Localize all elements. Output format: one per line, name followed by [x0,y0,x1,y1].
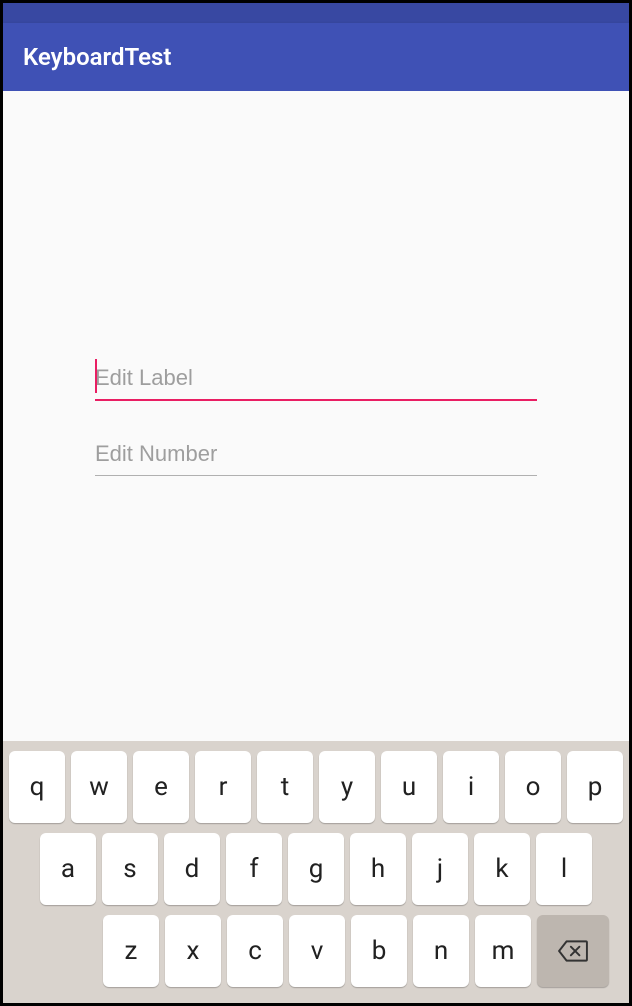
keyboard-row-3: zxcvbnm [7,915,625,987]
key-y[interactable]: y [319,751,375,823]
key-j[interactable]: j [412,833,468,905]
device-frame: KeyboardTest qwertyuiop asdfghjkl zxcvbn… [3,3,629,1003]
key-k[interactable]: k [474,833,530,905]
key-l[interactable]: l [536,833,592,905]
text-cursor [95,359,97,393]
key-x[interactable]: x [165,915,221,987]
edit-label-field[interactable] [95,357,537,401]
edit-number-field[interactable] [95,433,537,476]
key-m[interactable]: m [475,915,531,987]
key-d[interactable]: d [164,833,220,905]
key-c[interactable]: c [227,915,283,987]
key-i[interactable]: i [443,751,499,823]
key-f[interactable]: f [226,833,282,905]
content-area [3,91,629,741]
key-s[interactable]: s [102,833,158,905]
key-u[interactable]: u [381,751,437,823]
key-a[interactable]: a [40,833,96,905]
key-n[interactable]: n [413,915,469,987]
key-g[interactable]: g [288,833,344,905]
key-q[interactable]: q [9,751,65,823]
key-t[interactable]: t [257,751,313,823]
keyboard-row-1: qwertyuiop [7,751,625,823]
key-z[interactable]: z [103,915,159,987]
key-v[interactable]: v [289,915,345,987]
key-w[interactable]: w [71,751,127,823]
backspace-icon [558,940,588,962]
key-e[interactable]: e [133,751,189,823]
keyboard-row-2: asdfghjkl [7,833,625,905]
backspace-key[interactable] [537,915,609,987]
edit-number-input[interactable] [95,433,537,476]
soft-keyboard: qwertyuiop asdfghjkl zxcvbnm [3,741,629,1003]
key-r[interactable]: r [195,751,251,823]
key-p[interactable]: p [567,751,623,823]
key-o[interactable]: o [505,751,561,823]
key-h[interactable]: h [350,833,406,905]
key-b[interactable]: b [351,915,407,987]
app-title: KeyboardTest [23,43,171,71]
app-bar: KeyboardTest [3,23,629,91]
edit-label-input[interactable] [95,357,537,401]
status-bar [3,3,629,23]
